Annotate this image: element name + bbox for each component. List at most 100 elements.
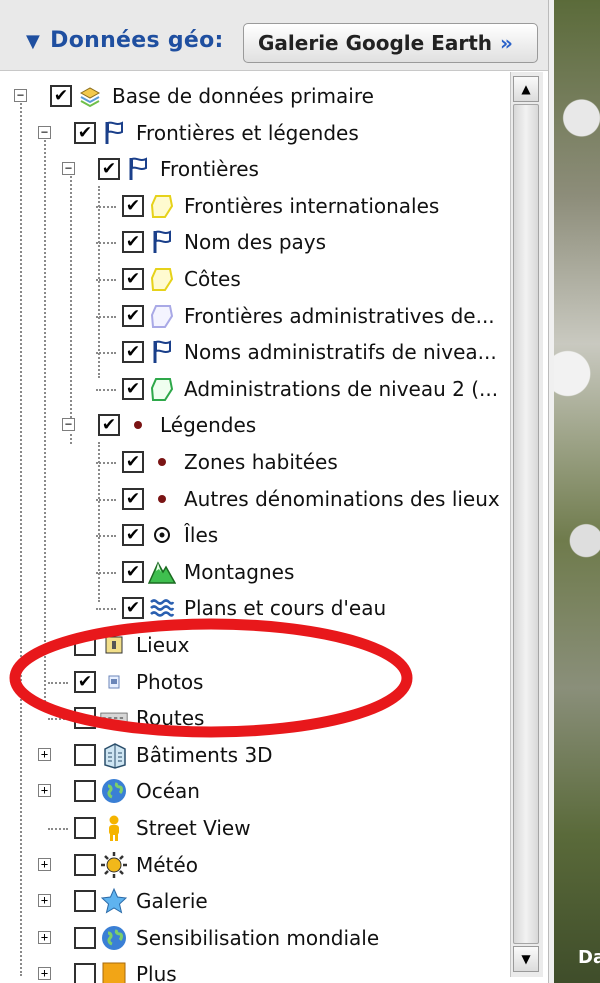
vertical-scrollbar[interactable]: ▲ ▼	[510, 72, 543, 977]
dot-icon	[124, 411, 152, 439]
expand-toggle-icon[interactable]: +	[38, 894, 51, 907]
layer-label: Légendes	[160, 413, 257, 437]
scroll-down-arrow-icon[interactable]: ▼	[513, 946, 539, 972]
panel-header: ▼ Données géo: Galerie Google Earth »	[0, 0, 552, 71]
tree-item-14[interactable]: ✔ Montagnes	[0, 554, 510, 590]
layer-checkbox[interactable]	[74, 854, 96, 876]
layer-label: Bâtiments 3D	[136, 743, 273, 767]
map-overlay-text: Da	[578, 947, 600, 968]
google-earth-gallery-button[interactable]: Galerie Google Earth »	[243, 23, 538, 63]
tree-connector-line	[96, 206, 116, 208]
layer-checkbox[interactable]: ✔	[98, 158, 120, 180]
layer-checkbox[interactable]: ✔	[122, 305, 144, 327]
layer-checkbox[interactable]: ✔	[122, 378, 144, 400]
tree-item-8[interactable]: ✔ Noms administratifs de nivea...	[0, 334, 510, 370]
tree-item-2[interactable]: − ✔ Frontières et légendes	[0, 115, 510, 151]
layer-checkbox[interactable]	[74, 744, 96, 766]
layer-checkbox[interactable]	[74, 890, 96, 912]
layer-label: Météo	[136, 853, 198, 877]
layer-label: Frontières internationales	[184, 194, 440, 218]
layer-label: Côtes	[184, 267, 241, 291]
expand-toggle-icon[interactable]: +	[38, 931, 51, 944]
flag-icon	[100, 119, 128, 147]
layer-label: Montagnes	[184, 560, 295, 584]
tree-item-7[interactable]: ✔ Frontières administratives de...	[0, 298, 510, 334]
star-icon	[100, 887, 128, 915]
collapse-toggle-icon[interactable]: −	[62, 418, 75, 431]
layers-panel-title[interactable]: ▼ Données géo:	[26, 28, 224, 53]
layer-checkbox[interactable]	[74, 817, 96, 839]
layer-label: Nom des pays	[184, 230, 327, 254]
layer-label: Base de données primaire	[112, 84, 374, 108]
expand-toggle-icon[interactable]: +	[38, 784, 51, 797]
sun-icon	[100, 851, 128, 879]
layer-checkbox[interactable]	[74, 927, 96, 949]
layer-label: Street View	[136, 816, 251, 840]
expand-toggle-icon[interactable]: +	[38, 858, 51, 871]
layer-label: Noms administratifs de nivea...	[184, 340, 497, 364]
collapse-toggle-icon[interactable]: −	[38, 126, 51, 139]
tree-item-3[interactable]: − ✔ Frontières	[0, 151, 510, 187]
earth-map-view[interactable]	[554, 0, 600, 983]
tree-item-6[interactable]: ✔ Côtes	[0, 261, 510, 297]
layer-checkbox[interactable]: ✔	[122, 561, 144, 583]
gallery-button-label: Galerie Google Earth	[258, 31, 492, 55]
tree-item-21[interactable]: Street View	[0, 810, 510, 846]
tree-connector-line	[96, 279, 116, 281]
layer-label: Administrations de niveau 2 (...	[184, 377, 499, 401]
dot-icon	[148, 448, 176, 476]
layer-label: Autres dénominations des lieux	[184, 487, 500, 511]
tree-connector-line	[96, 462, 116, 464]
tree-item-25[interactable]: + Plus	[0, 956, 510, 983]
collapse-toggle-icon[interactable]: −	[62, 162, 75, 175]
layer-checkbox[interactable]: ✔	[122, 451, 144, 473]
tree-connector-line	[48, 828, 68, 830]
polygon-green-icon	[148, 375, 176, 403]
dot-icon	[148, 485, 176, 513]
layer-checkbox[interactable]: ✔	[50, 85, 72, 107]
flag-icon	[148, 338, 176, 366]
layer-label: Îles	[184, 523, 219, 547]
layer-label: Frontières	[160, 157, 259, 181]
layer-label: Océan	[136, 779, 200, 803]
layer-checkbox[interactable]: ✔	[74, 122, 96, 144]
tree-item-9[interactable]: ✔ Administrations de niveau 2 (...	[0, 371, 510, 407]
layer-label: Frontières administratives de...	[184, 304, 495, 328]
tree-item-1[interactable]: − ✔ Base de données primaire	[0, 78, 510, 114]
building-3d-icon	[100, 741, 128, 769]
collapse-toggle-icon[interactable]: −	[14, 89, 27, 102]
tree-item-20[interactable]: + Océan	[0, 773, 510, 809]
layer-checkbox[interactable]: ✔	[122, 195, 144, 217]
flag-icon	[124, 155, 152, 183]
expand-toggle-icon[interactable]: +	[38, 748, 51, 761]
panel-title-text: Données géo:	[50, 28, 224, 53]
scrollbar-thumb[interactable]	[513, 104, 539, 944]
layer-checkbox[interactable]: ✔	[122, 268, 144, 290]
tree-item-5[interactable]: ✔ Nom des pays	[0, 224, 510, 260]
tree-item-12[interactable]: ✔ Autres dénominations des lieux	[0, 481, 510, 517]
scroll-up-arrow-icon[interactable]: ▲	[513, 76, 539, 102]
mountain-icon	[148, 558, 176, 586]
tree-item-24[interactable]: + Sensibilisation mondiale	[0, 920, 510, 956]
expand-toggle-icon[interactable]: +	[38, 967, 51, 980]
layer-checkbox[interactable]	[74, 780, 96, 802]
tree-connector-line	[96, 316, 116, 318]
layer-checkbox[interactable]: ✔	[122, 231, 144, 253]
tree-connector-line	[96, 389, 116, 391]
globe-icon	[100, 924, 128, 952]
layer-label: Frontières et légendes	[136, 121, 359, 145]
tree-item-4[interactable]: ✔ Frontières internationales	[0, 188, 510, 224]
tree-item-10[interactable]: − ✔ Légendes	[0, 407, 510, 443]
collapse-triangle-icon[interactable]: ▼	[26, 31, 40, 52]
tree-item-23[interactable]: + Galerie	[0, 883, 510, 919]
tree-item-13[interactable]: ✔ Îles	[0, 517, 510, 553]
layer-checkbox[interactable]	[74, 963, 96, 983]
tree-item-11[interactable]: ✔ Zones habitées	[0, 444, 510, 480]
layer-checkbox[interactable]: ✔	[122, 524, 144, 546]
layer-checkbox[interactable]: ✔	[122, 488, 144, 510]
layer-label: Zones habitées	[184, 450, 338, 474]
layer-checkbox[interactable]: ✔	[122, 341, 144, 363]
tree-connector-line	[96, 499, 116, 501]
tree-item-22[interactable]: + Météo	[0, 847, 510, 883]
layer-checkbox[interactable]: ✔	[98, 414, 120, 436]
